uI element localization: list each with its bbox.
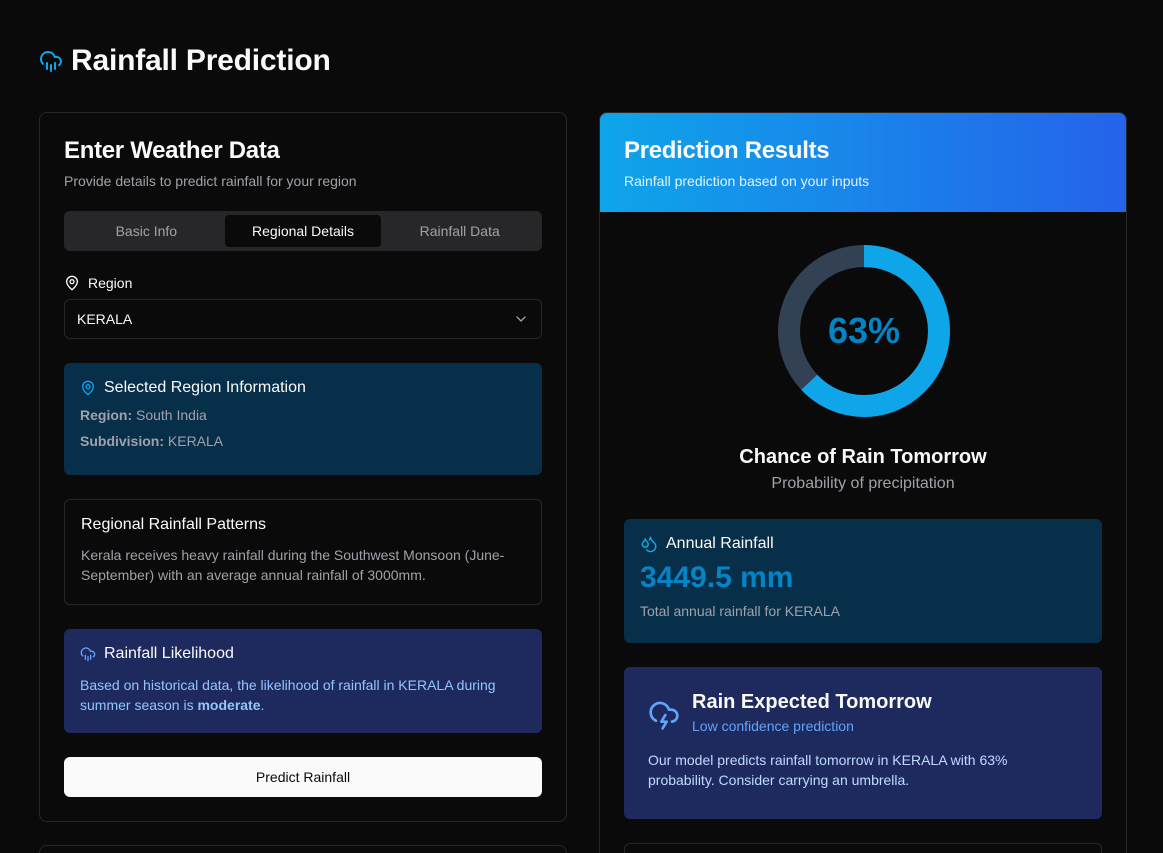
- rain-expected-box: Rain Expected Tomorrow Low confidence pr…: [624, 667, 1102, 819]
- lower-card: [39, 845, 567, 853]
- likelihood-text-after: .: [260, 697, 265, 713]
- annual-subtitle: Total annual rainfall for KERALA: [640, 603, 840, 619]
- likelihood-text-before: Based on historical data, the likelihood…: [80, 677, 496, 713]
- rainfall-likelihood: Rainfall Likelihood Based on historical …: [64, 629, 542, 733]
- droplets-icon: [641, 536, 657, 553]
- tab-regional-details[interactable]: Regional Details: [224, 215, 382, 247]
- region-key: Region:: [80, 407, 133, 423]
- region-label: Region: [64, 275, 132, 291]
- results-title: Prediction Results: [624, 137, 830, 164]
- tabs: Basic Info Regional Details Rainfall Dat…: [64, 211, 542, 251]
- region-label-text: Region: [88, 275, 133, 291]
- page-header: Rainfall Prediction: [39, 44, 331, 78]
- cloud-rain-icon: [40, 51, 62, 72]
- likelihood-text: Based on historical data, the likelihood…: [80, 675, 526, 715]
- probability-value: 63%: [827, 310, 901, 351]
- tab-basic-info[interactable]: Basic Info: [68, 215, 225, 247]
- weather-data-card: Enter Weather Data Provide details to pr…: [39, 112, 567, 822]
- prediction-results-card: Prediction Results Rainfall prediction b…: [599, 112, 1127, 853]
- page-title: Rainfall Prediction: [71, 44, 331, 77]
- results-subtitle: Rainfall prediction based on your inputs: [624, 173, 870, 189]
- subdivision-key: Subdivision:: [80, 433, 164, 449]
- region-select-value: KERALA: [77, 311, 133, 327]
- results-header: Prediction Results Rainfall prediction b…: [600, 113, 1126, 212]
- confidence-label: Low confidence prediction: [692, 718, 854, 734]
- patterns-title: Regional Rainfall Patterns: [81, 516, 266, 533]
- rainfall-patterns: Regional Rainfall Patterns Kerala receiv…: [64, 499, 542, 605]
- form-title: Enter Weather Data: [64, 137, 280, 164]
- likelihood-title: Rainfall Likelihood: [104, 645, 234, 662]
- chevron-down-icon: [516, 316, 526, 322]
- subdivision-row: Subdivision: KERALA: [80, 433, 526, 449]
- lower-result-box: [624, 843, 1102, 853]
- form-subtitle: Provide details to predict rainfall for …: [64, 173, 357, 189]
- map-pin-icon: [66, 275, 78, 291]
- tab-rainfall-data[interactable]: Rainfall Data: [381, 215, 538, 247]
- selected-region-info: Selected Region Information Region: Sout…: [64, 363, 542, 475]
- patterns-text: Kerala receives heavy rainfall during th…: [81, 547, 505, 583]
- region-value: South India: [136, 407, 207, 423]
- cloud-lightning-icon: [649, 701, 679, 730]
- region-row: Region: South India: [80, 407, 526, 423]
- chance-subtitle: Probability of precipitation: [771, 475, 955, 492]
- predict-rainfall-button[interactable]: Predict Rainfall: [64, 757, 542, 797]
- region-select[interactable]: KERALA: [64, 299, 542, 339]
- likelihood-level: moderate: [197, 697, 261, 713]
- region-info-title: Selected Region Information: [104, 379, 306, 396]
- chance-title: Chance of Rain Tomorrow: [739, 446, 987, 468]
- expected-text: Our model predicts rainfall tomorrow in …: [648, 752, 1008, 788]
- map-pin-icon: [82, 380, 94, 396]
- annual-value: 3449.5 mm: [640, 561, 794, 594]
- annual-rainfall-box: Annual Rainfall 3449.5 mm Total annual r…: [624, 519, 1102, 643]
- cloud-rain-icon: [80, 647, 96, 662]
- expected-title: Rain Expected Tomorrow: [692, 691, 932, 713]
- annual-title: Annual Rainfall: [666, 535, 774, 552]
- subdivision-value: KERALA: [167, 433, 224, 449]
